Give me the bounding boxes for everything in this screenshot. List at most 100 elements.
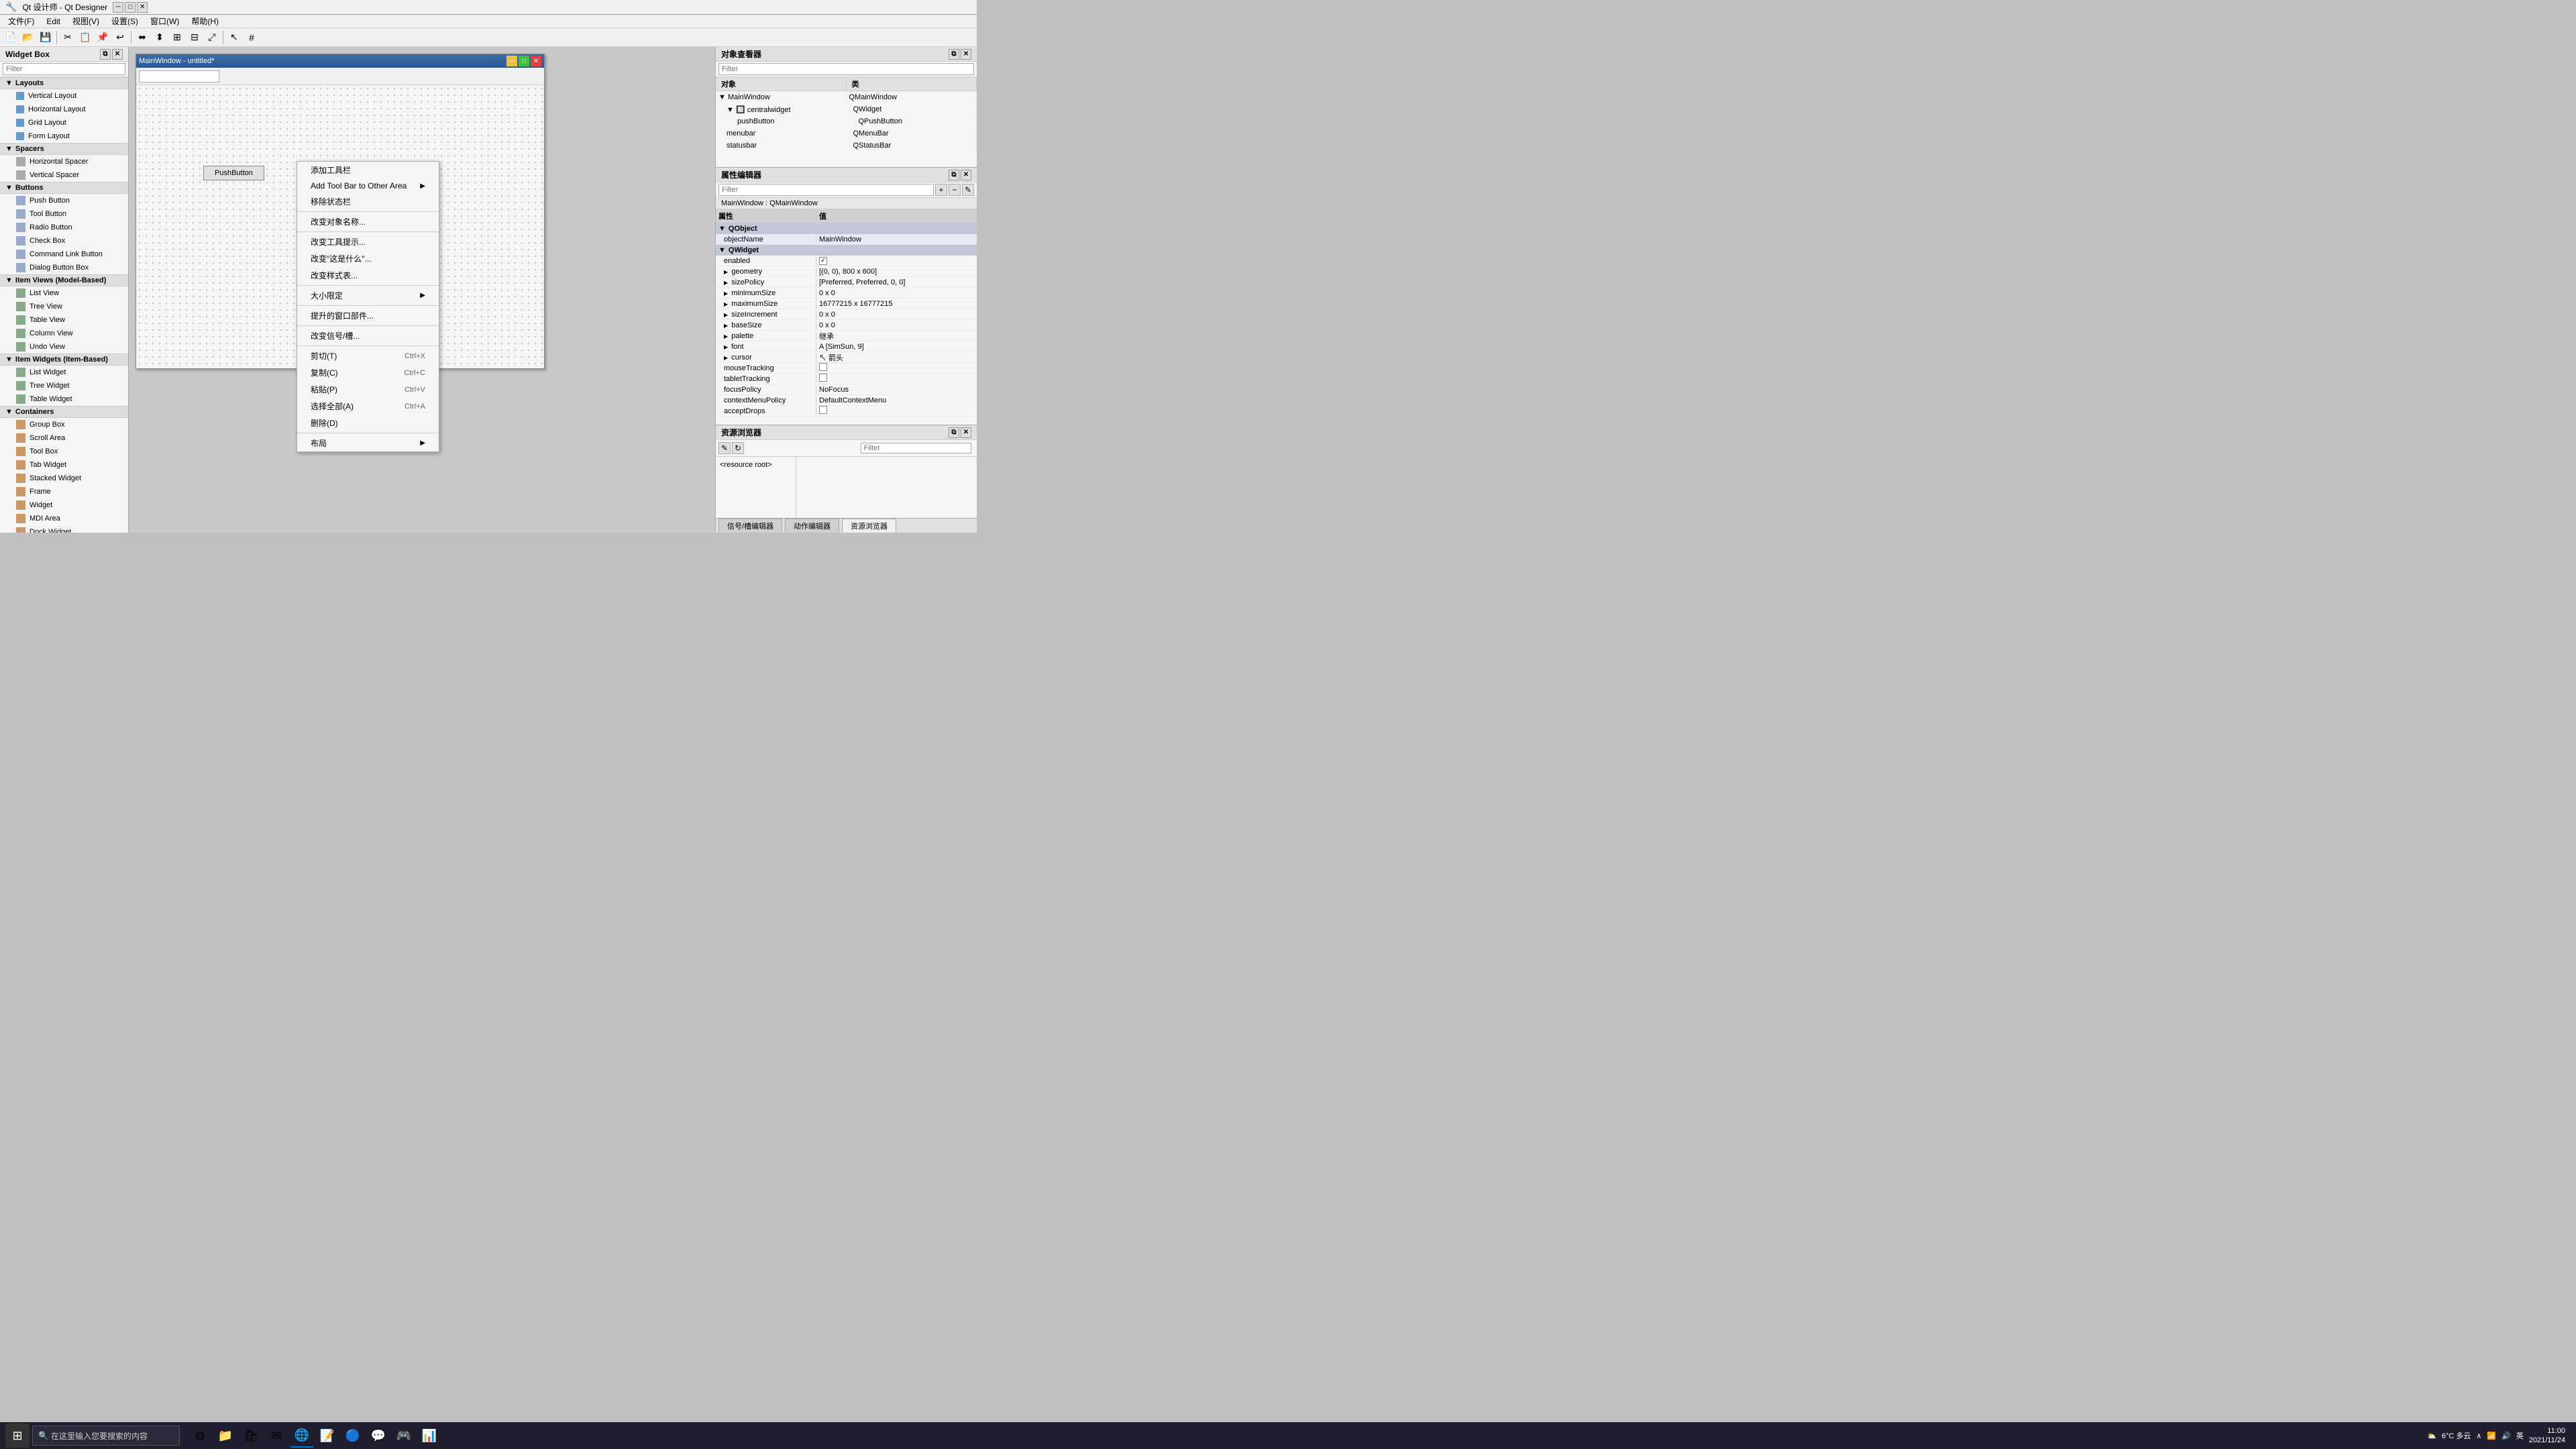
prop-row-cursor[interactable]: ▶ cursor ↖ 箭头 — [716, 352, 977, 363]
layout-h-btn[interactable]: ⬌ — [134, 30, 150, 46]
widget-filter-input[interactable] — [3, 63, 125, 75]
inner-restore-btn[interactable]: □ — [519, 56, 529, 66]
prop-row-enabled[interactable]: enabled ✓ — [716, 256, 977, 266]
res-reload-btn[interactable]: ↻ — [732, 442, 744, 454]
prop-row-sizepolicy[interactable]: ▶ sizePolicy [Preferred, Preferred, 0, 0… — [716, 277, 977, 288]
minimize-btn[interactable]: ─ — [113, 2, 123, 13]
ctx-size-constraint[interactable]: 大小限定 ▶ — [297, 287, 439, 304]
inner-window-titlebar[interactable]: MainWindow - untitled* ─ □ ✕ — [136, 54, 544, 68]
ctx-change-object-name[interactable]: 改变对象名称... — [297, 213, 439, 230]
layout-break-btn[interactable]: ⊟ — [186, 30, 203, 46]
start-button[interactable]: ⊞ — [5, 1424, 30, 1448]
taskbar-app-edge[interactable]: 🌐 — [290, 1424, 314, 1448]
prop-editor-close[interactable]: ✕ — [961, 170, 971, 180]
save-btn[interactable]: 💾 — [38, 30, 54, 46]
taskbar-app-chrome[interactable]: 🔵 — [341, 1424, 365, 1448]
widget-table-widget[interactable]: Table Widget — [0, 392, 128, 406]
prop-edit-btn[interactable]: ✎ — [962, 184, 974, 196]
ctx-change-tooltip[interactable]: 改变工具提示... — [297, 233, 439, 250]
widget-list-view[interactable]: List View — [0, 286, 128, 300]
menu-file[interactable]: 文件(F) — [3, 14, 40, 28]
widget-tree-view[interactable]: Tree View — [0, 300, 128, 313]
prop-remove-btn[interactable]: − — [949, 184, 961, 196]
category-item-views[interactable]: ▼ Item Views (Model-Based) — [0, 274, 128, 286]
category-item-widgets[interactable]: ▼ Item Widgets (Item-Based) — [0, 354, 128, 366]
taskbar-app-green[interactable]: 📊 — [417, 1424, 441, 1448]
menu-edit[interactable]: Edit — [41, 15, 66, 28]
widget-stacked-widget[interactable]: Stacked Widget — [0, 472, 128, 485]
widget-list-widget[interactable]: List Widget — [0, 366, 128, 379]
prop-row-tablettracking[interactable]: tabletTracking — [716, 374, 977, 384]
prop-row-acceptdrops[interactable]: acceptDrops — [716, 406, 977, 417]
ctx-select-all[interactable]: 选择全部(A) Ctrl+A — [297, 398, 439, 415]
inner-minimize-btn[interactable]: ─ — [506, 56, 517, 66]
res-root-item[interactable]: <resource root> — [717, 458, 794, 472]
obj-row-pushbutton[interactable]: pushButton QPushButton — [716, 115, 977, 127]
ctx-remove-statusbar[interactable]: 移除状态栏 — [297, 193, 439, 210]
widget-undo-view[interactable]: Undo View — [0, 340, 128, 354]
widget-check-box[interactable]: Check Box — [0, 234, 128, 248]
ctx-change-stylesheet[interactable]: 改变样式表... — [297, 267, 439, 284]
inner-toolbar-input[interactable]: 在这里输入 — [139, 70, 219, 83]
prop-row-minsize[interactable]: ▶ minimumSize 0 x 0 — [716, 288, 977, 299]
prop-row-maxsize[interactable]: ▶ maximumSize 16777215 x 16777215 — [716, 299, 977, 309]
category-containers[interactable]: ▼ Containers — [0, 406, 128, 418]
obj-row-central[interactable]: ▼ 🔲 centralwidget QWidget — [716, 103, 977, 115]
new-btn[interactable]: 📄 — [3, 30, 19, 46]
prop-row-palette[interactable]: ▶ palette 继承 — [716, 331, 977, 341]
copy-btn[interactable]: 📋 — [77, 30, 93, 46]
widget-group-box[interactable]: Group Box — [0, 418, 128, 431]
prop-editor-float[interactable]: ⧉ — [949, 170, 959, 180]
prop-filter-input[interactable] — [718, 184, 934, 196]
prop-row-contextmenupolicy[interactable]: contextMenuPolicy DefaultContextMenu — [716, 395, 977, 406]
ctx-add-toolbar[interactable]: 添加工具栏 — [297, 162, 439, 178]
adjust-size-btn[interactable]: ⤢ — [204, 30, 220, 46]
res-edit-btn[interactable]: ✎ — [718, 442, 731, 454]
undo-btn[interactable]: ↩ — [112, 30, 128, 46]
ctx-promoted[interactable]: 提升的窗口部件... — [297, 307, 439, 324]
widget-horizontal-layout[interactable]: Horizontal Layout — [0, 103, 128, 116]
widget-scroll-area[interactable]: Scroll Area — [0, 431, 128, 445]
taskbar-app-files[interactable]: 📁 — [213, 1424, 237, 1448]
widget-radio-button[interactable]: Radio Button — [0, 221, 128, 234]
ctx-layout[interactable]: 布局 ▶ — [297, 435, 439, 451]
prop-row-focuspolicy[interactable]: focusPolicy NoFocus — [716, 384, 977, 395]
widget-box-float[interactable]: ⧉ — [100, 49, 111, 60]
category-layouts[interactable]: ▼ Layouts — [0, 77, 128, 89]
widget-frame[interactable]: Frame — [0, 485, 128, 498]
canvas-pushbutton[interactable]: PushButton — [203, 166, 264, 180]
inner-close-btn[interactable]: ✕ — [531, 56, 541, 66]
widget-column-view[interactable]: Column View — [0, 327, 128, 340]
prop-row-objectname[interactable]: objectName MainWindow — [716, 234, 977, 245]
taskbar-app-game[interactable]: 🎮 — [392, 1424, 416, 1448]
ctx-cut[interactable]: 剪切(T) Ctrl+X — [297, 347, 439, 364]
widget-box-close[interactable]: ✕ — [112, 49, 123, 60]
widget-tool-box[interactable]: Tool Box — [0, 445, 128, 458]
mousetracking-checkbox[interactable] — [819, 363, 827, 371]
widget-h-spacer[interactable]: Horizontal Spacer — [0, 155, 128, 168]
widget-push-button[interactable]: Push Button — [0, 194, 128, 207]
restore-btn[interactable]: □ — [125, 2, 136, 13]
ctx-add-toolbar-other[interactable]: Add Tool Bar to Other Area ▶ — [297, 178, 439, 193]
ctx-copy[interactable]: 复制(C) Ctrl+C — [297, 364, 439, 381]
taskbar-search[interactable]: 🔍 在这里输入您要搜索的内容 — [32, 1426, 180, 1446]
taskbar-app-store[interactable]: 🛍 — [239, 1424, 263, 1448]
obj-inspector-close[interactable]: ✕ — [961, 49, 971, 60]
res-filter-input[interactable] — [861, 443, 972, 453]
widget-v-spacer[interactable]: Vertical Spacer — [0, 168, 128, 182]
layout-grid-btn[interactable]: ⊞ — [169, 30, 185, 46]
design-area[interactable]: MainWindow - untitled* ─ □ ✕ 在这里输入 PushB… — [129, 47, 715, 533]
taskbar-app-mail[interactable]: ✉ — [264, 1424, 288, 1448]
res-browser-float[interactable]: ⧉ — [949, 427, 959, 438]
widget-form-layout[interactable]: Form Layout — [0, 129, 128, 143]
layout-v-btn[interactable]: ⬍ — [152, 30, 168, 46]
widget-tool-button[interactable]: Tool Button — [0, 207, 128, 221]
pointer-btn[interactable]: ↖ — [226, 30, 242, 46]
ctx-delete[interactable]: 删除(D) — [297, 415, 439, 431]
taskbar-app-wechat[interactable]: 💬 — [366, 1424, 390, 1448]
tab-action-editor[interactable]: 动作编辑器 — [785, 519, 839, 533]
widget-widget[interactable]: Widget — [0, 498, 128, 512]
prop-row-font[interactable]: ▶ font A [SimSun, 9] — [716, 341, 977, 352]
prop-row-sizeinc[interactable]: ▶ sizeIncrement 0 x 0 — [716, 309, 977, 320]
taskbar-app-word[interactable]: 📝 — [315, 1424, 339, 1448]
